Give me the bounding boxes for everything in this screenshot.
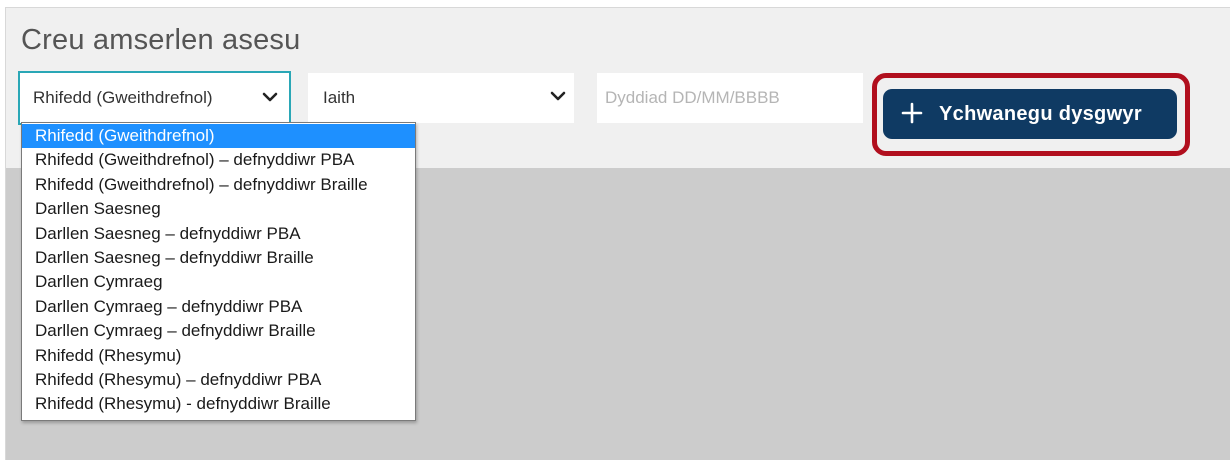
page-frame: Creu amserlen asesu Rhifedd (Gweithdrefn… [5, 7, 1230, 460]
dropdown-option[interactable]: Darllen Saesneg – defnyddiwr Braille [22, 246, 415, 270]
subject-dropdown-list[interactable]: Rhifedd (Gweithdrefnol) Rhifedd (Gweithd… [21, 122, 416, 421]
add-learners-button[interactable]: Ychwanegu dysgwyr [883, 89, 1177, 139]
language-select[interactable]: Iaith [308, 73, 574, 123]
subject-select-value: Rhifedd (Gweithdrefnol) [33, 88, 213, 107]
dropdown-option[interactable]: Darllen Saesneg [22, 197, 415, 221]
dropdown-option[interactable]: Darllen Cymraeg – defnyddiwr Braille [22, 319, 415, 343]
dropdown-option[interactable]: Rhifedd (Gweithdrefnol) – defnyddiwr Bra… [22, 173, 415, 197]
dropdown-option[interactable]: Rhifedd (Rhesymu) – defnyddiwr PBA [22, 368, 415, 392]
dropdown-option[interactable]: Darllen Cymraeg – defnyddiwr PBA [22, 295, 415, 319]
dropdown-option[interactable]: Darllen Cymraeg [22, 270, 415, 294]
plus-icon [901, 102, 923, 124]
add-learners-label: Ychwanegu dysgwyr [939, 103, 1142, 125]
dropdown-option[interactable]: Rhifedd (Gweithdrefnol) – defnyddiwr PBA [22, 148, 415, 172]
page-title: Creu amserlen asesu [21, 24, 301, 56]
dropdown-option[interactable]: Rhifedd (Rhesymu) [22, 344, 415, 368]
date-input[interactable] [597, 73, 863, 123]
chevron-down-icon [550, 91, 566, 101]
dropdown-option[interactable]: Rhifedd (Gweithdrefnol) [22, 124, 415, 149]
language-select-value: Iaith [323, 88, 356, 107]
subject-select[interactable]: Rhifedd (Gweithdrefnol) [18, 71, 291, 125]
dropdown-option[interactable]: Darllen Saesneg – defnyddiwr PBA [22, 222, 415, 246]
chevron-down-icon [262, 92, 278, 102]
dropdown-option[interactable]: Rhifedd (Rhesymu) - defnyddiwr Braille [22, 392, 415, 416]
